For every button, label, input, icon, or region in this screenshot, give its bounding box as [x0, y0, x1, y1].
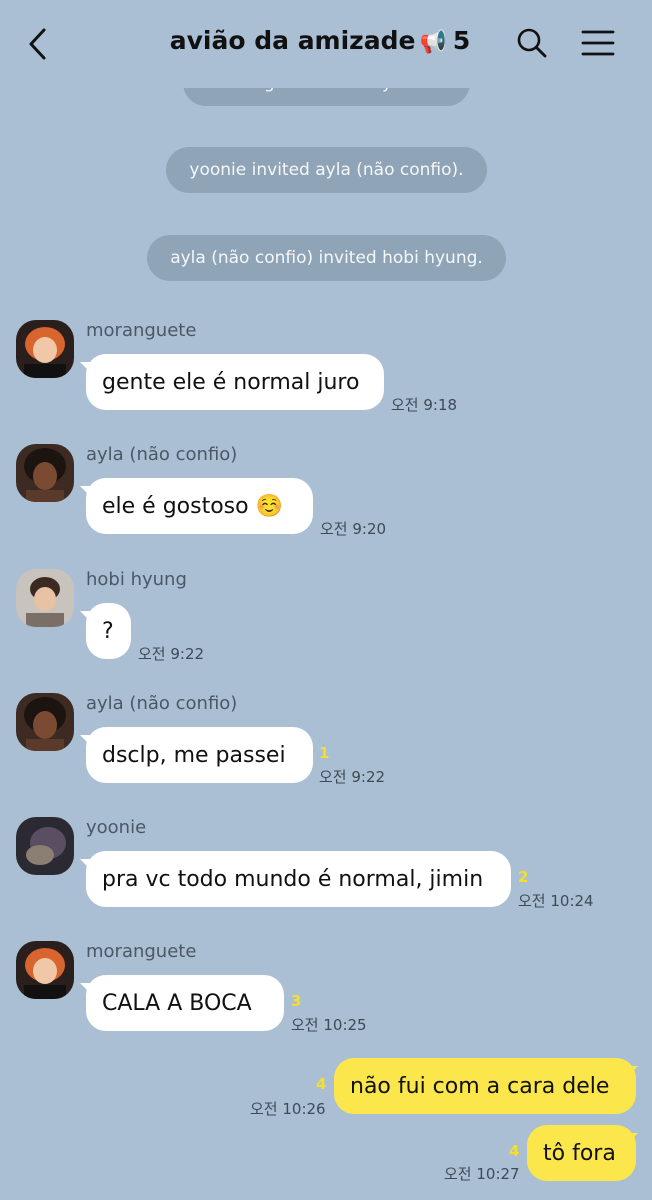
hamburger-menu-icon	[581, 30, 615, 56]
sender-name: hobi hyung	[86, 569, 187, 590]
message-time: 오전 10:27	[444, 1165, 520, 1183]
message-time: 오전 10:24	[518, 892, 594, 910]
sender-name: ayla (não confio)	[86, 444, 238, 465]
search-button[interactable]	[515, 26, 549, 60]
message-time: 오전 10:25	[291, 1016, 367, 1034]
message-bubble[interactable]: ele é gostoso ☺️	[86, 478, 313, 534]
unread-count: 2	[518, 868, 529, 886]
search-icon	[517, 28, 547, 58]
avatar-ayla[interactable]	[16, 693, 74, 751]
avatar-photo	[16, 693, 74, 751]
avatar-hobi-hyung[interactable]	[16, 569, 74, 627]
avatar-moranguete[interactable]	[16, 320, 74, 378]
my-message-bubble[interactable]: não fui com a cara dele	[334, 1058, 636, 1114]
message-time: 오전 9:18	[391, 396, 458, 414]
avatar-photo	[16, 941, 74, 999]
avatar-ayla[interactable]	[16, 444, 74, 502]
sender-name: ayla (não confio)	[86, 693, 238, 714]
message-time: 오전 9:20	[320, 520, 387, 538]
message-time: 오전 10:26	[250, 1100, 326, 1118]
sender-name: moranguete	[86, 320, 197, 341]
unread-count: 3	[291, 992, 302, 1010]
megaphone-icon: 📢	[419, 30, 447, 55]
avatar-moranguete[interactable]	[16, 941, 74, 999]
chat-title: avião da amizade	[169, 26, 416, 55]
message-time: 오전 9:22	[319, 768, 386, 786]
my-message-bubble[interactable]: tô fora	[527, 1125, 636, 1181]
message-bubble[interactable]: gente ele é normal juro	[86, 354, 384, 410]
back-button[interactable]	[22, 24, 58, 64]
message-time: 오전 9:22	[138, 645, 205, 663]
avatar-yoonie[interactable]	[16, 817, 74, 875]
message-bubble[interactable]: pra vc todo mundo é normal, jimin	[86, 851, 511, 907]
chat-title-bar[interactable]: avião da amizade 📢 5	[120, 26, 520, 55]
unread-count: 4	[316, 1075, 327, 1093]
avatar-photo	[16, 320, 74, 378]
message-bubble[interactable]: ?	[86, 603, 131, 659]
avatar-photo	[16, 444, 74, 502]
message-bubble[interactable]: CALA A BOCA	[86, 975, 284, 1031]
sender-name: moranguete	[86, 941, 197, 962]
unread-count: 4	[509, 1142, 520, 1160]
menu-button[interactable]	[580, 28, 616, 58]
chevron-left-icon	[29, 28, 46, 60]
member-count: 5	[452, 26, 471, 55]
chat-header: avião da amizade 📢 5	[0, 0, 652, 88]
system-notice: ayla (não confio) invited hobi hyung.	[147, 235, 506, 281]
avatar-photo	[16, 817, 74, 875]
message-bubble[interactable]: dsclp, me passei	[86, 727, 313, 783]
avatar-photo	[16, 569, 74, 627]
system-notice: yoonie invited ayla (não confio).	[166, 147, 487, 193]
sender-name: yoonie	[86, 817, 147, 838]
unread-count: 1	[319, 744, 330, 762]
